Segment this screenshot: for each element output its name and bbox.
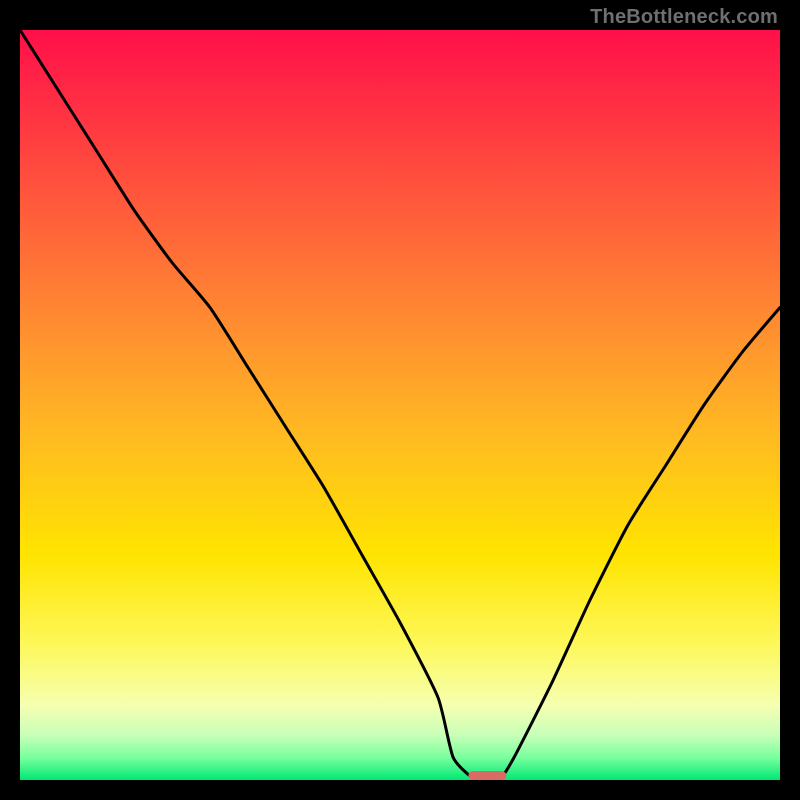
- optimum-marker: [468, 771, 506, 780]
- watermark-text: TheBottleneck.com: [590, 6, 778, 29]
- plot-area: [20, 30, 780, 780]
- chart-svg: [20, 30, 780, 780]
- gradient-background: [20, 30, 780, 780]
- chart-frame: TheBottleneck.com: [0, 0, 800, 800]
